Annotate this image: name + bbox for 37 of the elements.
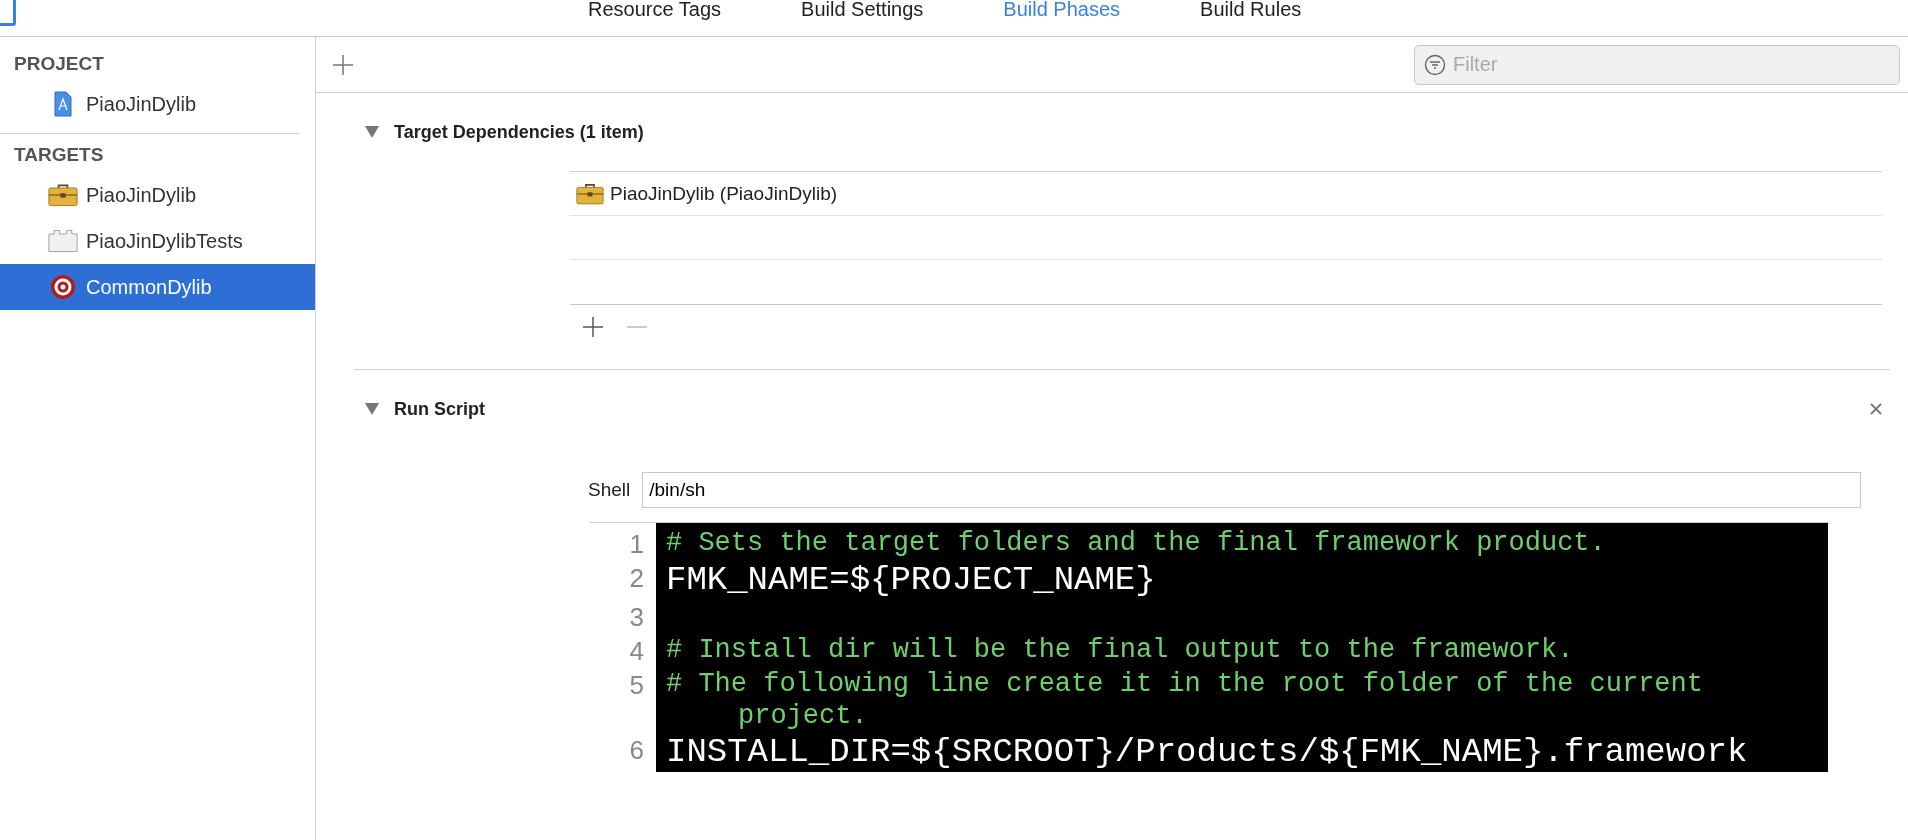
toolbox-icon [48, 182, 78, 208]
sidebar-item[interactable]: PiaoJinDylib [0, 81, 315, 127]
code-editor[interactable] [590, 522, 1828, 772]
disclosure-triangle-icon[interactable] [364, 125, 380, 139]
toolbox-icon [576, 182, 604, 205]
line-number: 2 [628, 562, 645, 595]
code-line: FMK_NAME=${PROJECT_NAME} [666, 561, 1157, 601]
shell-label: Shell [588, 479, 631, 501]
tab[interactable]: Resource Tags [588, 0, 722, 36]
dependency-row[interactable]: PiaoJinDylib (PiaoJinDylib) [570, 172, 1882, 216]
tab[interactable]: Build Rules [1200, 0, 1302, 36]
phase-title: Run Script [394, 398, 486, 420]
sidebar-section-title: PROJECT [13, 52, 105, 76]
line-number: 4 [628, 635, 645, 668]
code-line: # The following line create it in the root folder of the current project. [666, 668, 1704, 733]
shell-field[interactable]: /bin/sh [642, 472, 1861, 508]
sidebar-item[interactable]: CommonDylib [0, 264, 315, 310]
add-icon[interactable] [582, 316, 604, 338]
tab[interactable]: Build Settings [801, 0, 924, 36]
sidebar-section-title: TARGETS [13, 143, 105, 167]
target-icon [48, 274, 78, 300]
blank-bundle-icon [48, 228, 78, 254]
tab[interactable]: Build Phases [1003, 0, 1121, 36]
line-number: 5 [628, 669, 645, 702]
phase-title: Target Dependencies (1 item) [394, 121, 645, 143]
filter-field[interactable]: Filter [1414, 44, 1900, 85]
line-number: 3 [628, 601, 645, 634]
add-icon[interactable] [332, 53, 354, 76]
line-number: 1 [628, 528, 645, 561]
disclosure-triangle-icon[interactable] [364, 402, 380, 416]
sidebar-item[interactable]: PiaoJinDylibTests [0, 218, 315, 264]
line-number: 6 [628, 733, 645, 767]
code-line: # Install dir will be the final output to the framework. [666, 634, 1575, 667]
close-icon[interactable] [1870, 403, 1882, 415]
sidebar-item[interactable]: PiaoJinDylib [0, 172, 315, 218]
code-line: # Sets the target folders and the final framework product. [666, 527, 1607, 560]
code-line: INSTALL_DIR=${SRCROOT}/Products/${FMK_NAME}.framework [666, 732, 1749, 772]
